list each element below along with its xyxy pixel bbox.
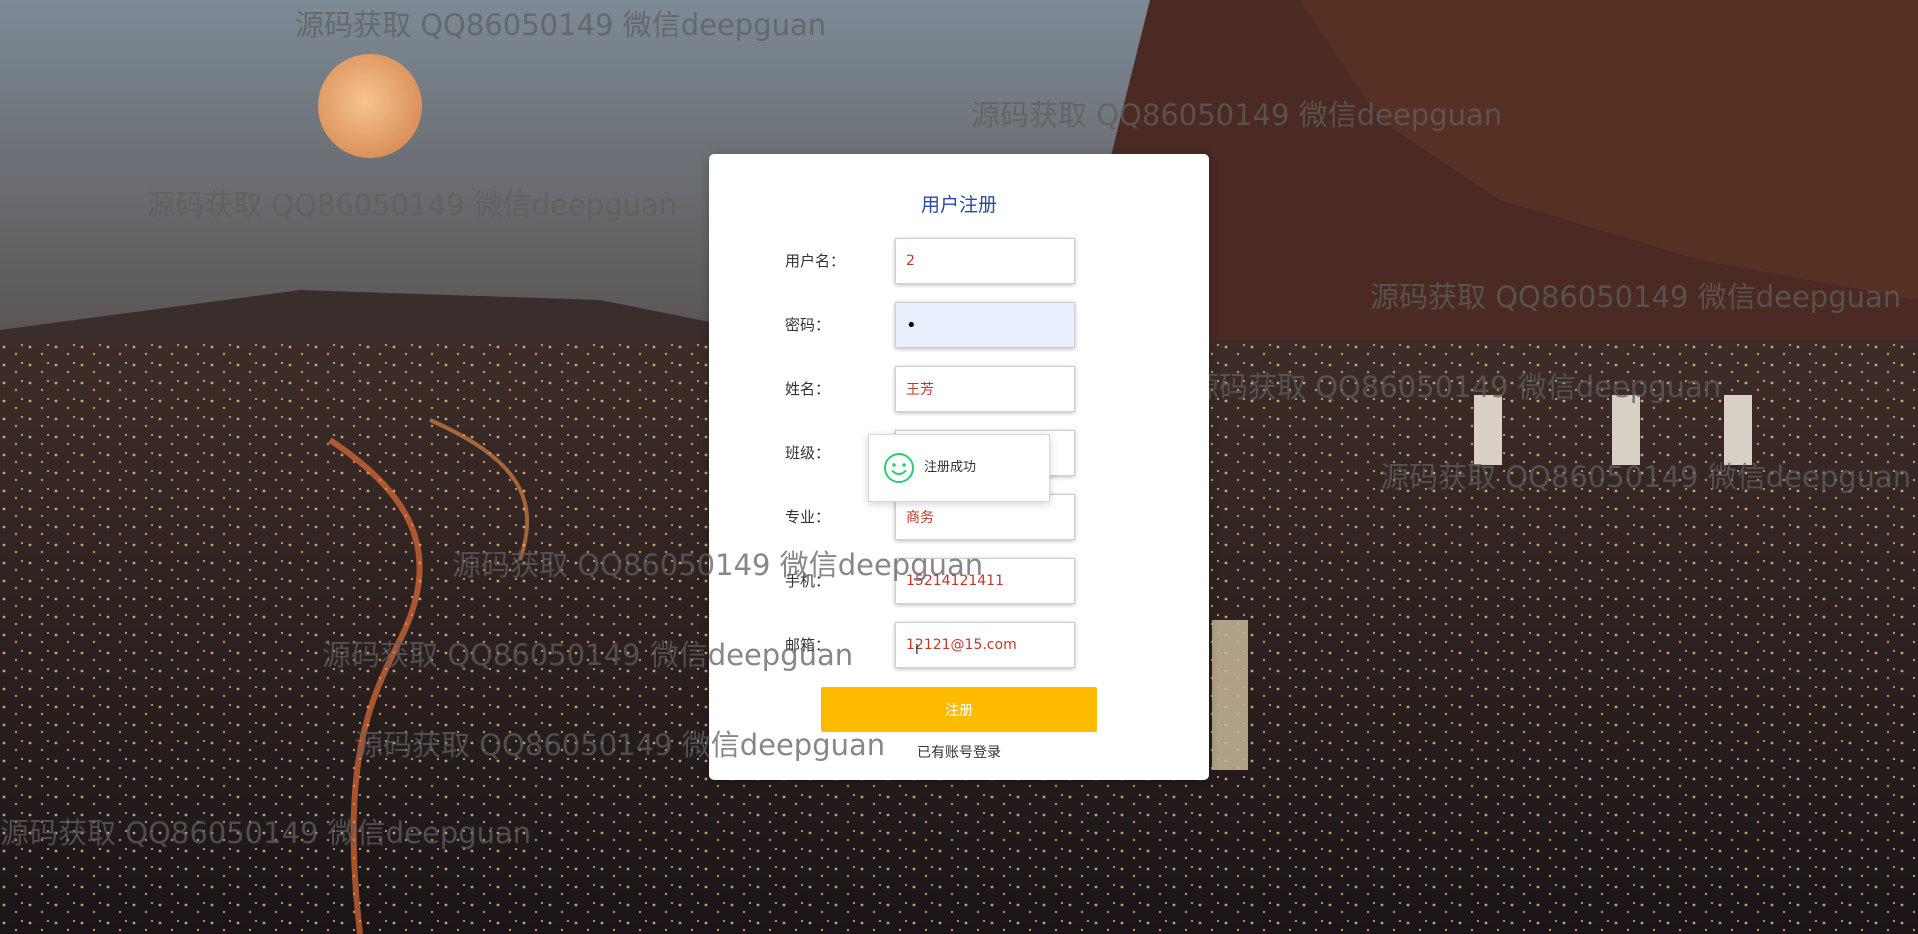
field-row-password: 密码： xyxy=(709,302,1209,348)
major-label: 专业： xyxy=(785,508,831,526)
password-label: 密码： xyxy=(785,316,831,334)
field-row-name: 姓名： xyxy=(709,366,1209,412)
email-label: 邮箱： xyxy=(785,636,831,654)
field-row-email: 邮箱： xyxy=(709,622,1209,668)
form-title: 用户注册 xyxy=(920,194,997,216)
phone-input[interactable] xyxy=(895,558,1075,604)
field-row-phone: 手机： xyxy=(709,558,1209,604)
register-button[interactable]: 注册 xyxy=(821,687,1097,732)
username-label: 用户名： xyxy=(785,252,846,270)
name-input[interactable] xyxy=(895,366,1075,412)
field-row-username: 用户名： xyxy=(709,238,1209,284)
phone-label: 手机： xyxy=(785,572,831,590)
success-toast: 注册成功 xyxy=(868,434,1050,502)
name-label: 姓名： xyxy=(785,380,831,398)
text-cursor-icon: I xyxy=(915,643,919,658)
class-label: 班级： xyxy=(785,444,831,462)
username-input[interactable] xyxy=(895,238,1075,284)
toast-message: 注册成功 xyxy=(924,460,977,475)
email-input[interactable] xyxy=(895,622,1075,668)
smile-icon xyxy=(883,452,915,488)
password-input[interactable] xyxy=(895,302,1075,348)
login-link[interactable]: 已有账号登录 xyxy=(709,742,1209,762)
